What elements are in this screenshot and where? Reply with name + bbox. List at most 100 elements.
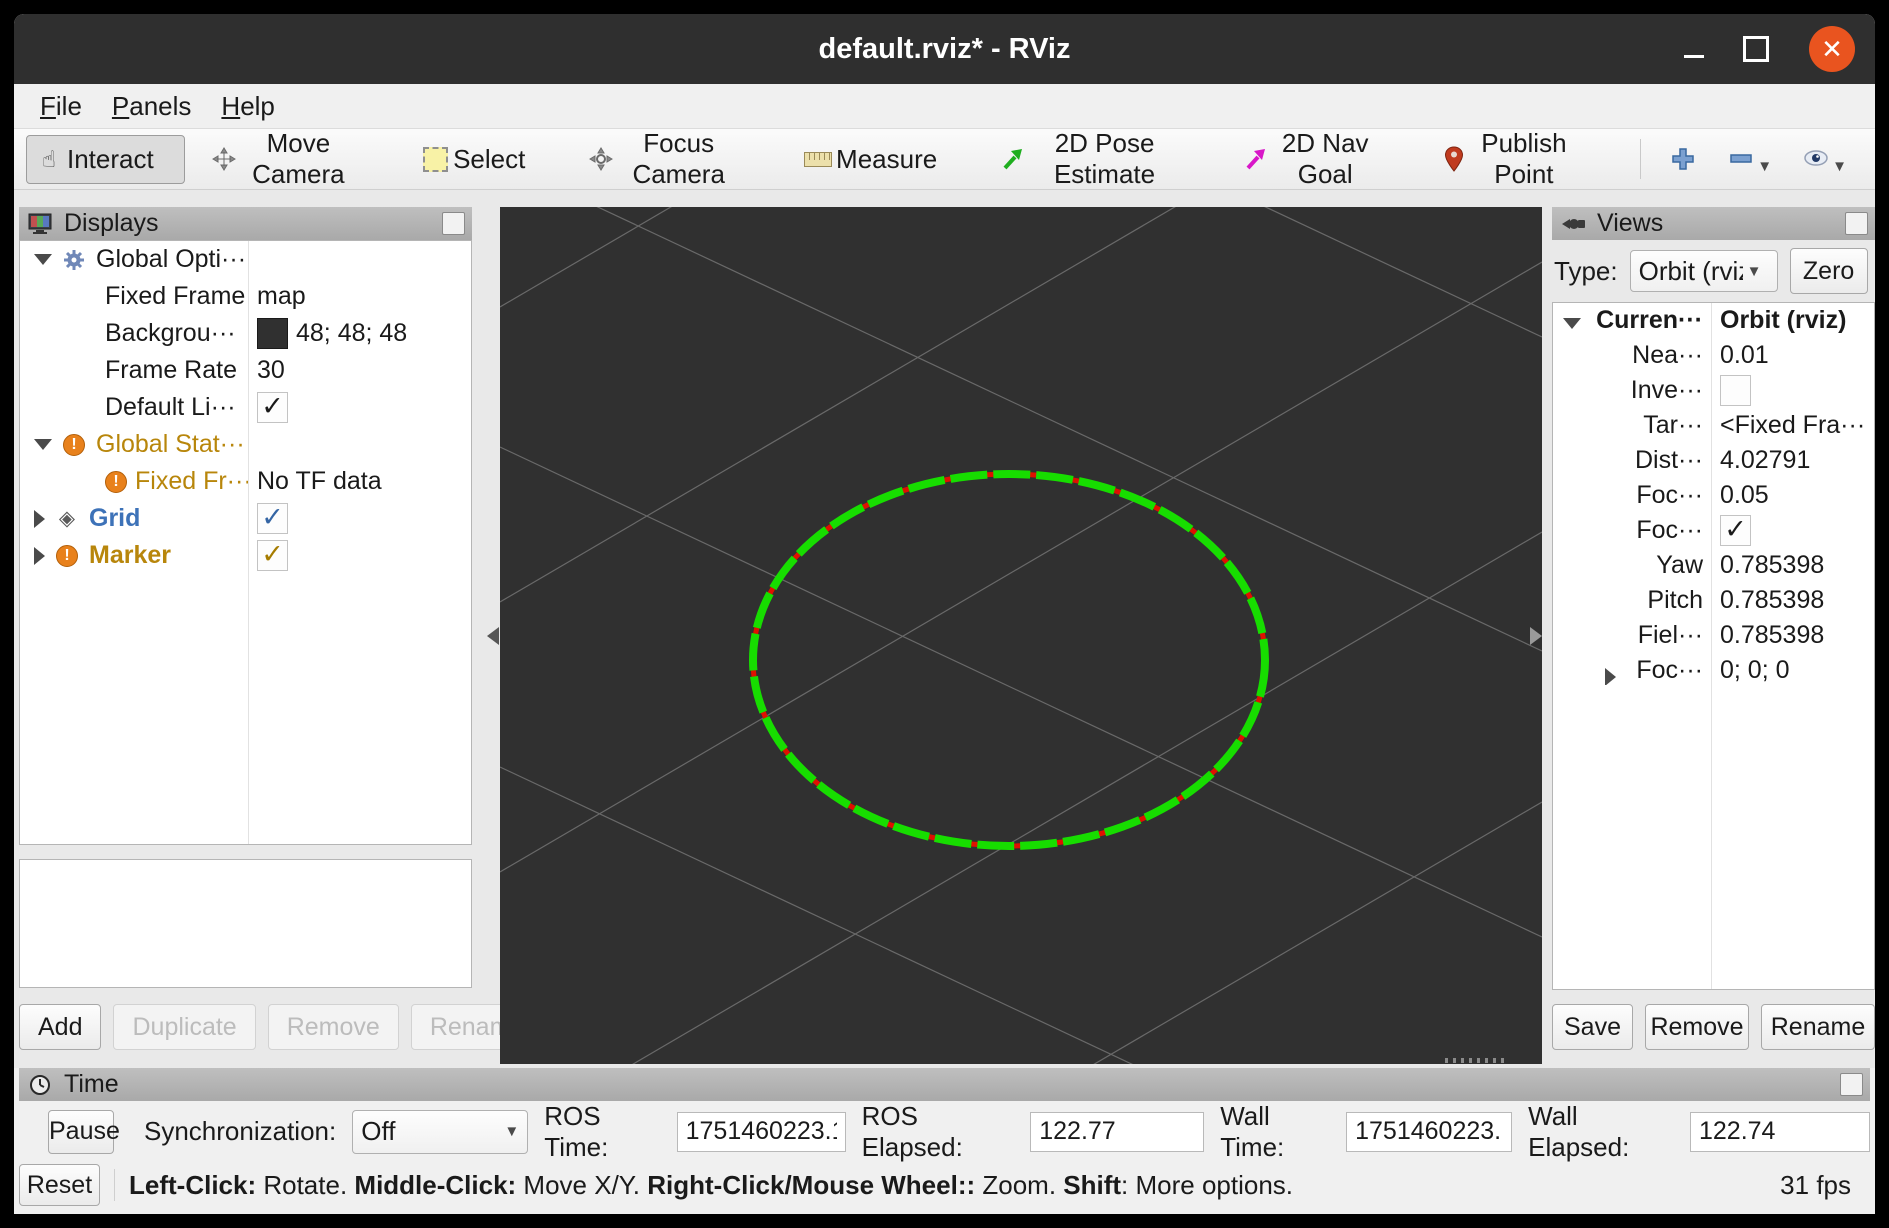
display-property-row[interactable]: !Fixed Fr···No TF data	[20, 463, 471, 500]
wall-time-input[interactable]	[1346, 1112, 1512, 1152]
display-property-row[interactable]: Backgrou···48; 48; 48	[20, 315, 471, 352]
view-property-row[interactable]: Fiel···0.785398	[1553, 618, 1874, 653]
duplicate-display-button[interactable]: Duplicate	[113, 1004, 255, 1050]
toolbar: ☝InteractMove CameraSelectFocus CameraMe…	[14, 129, 1875, 190]
menu-item-file[interactable]: File	[40, 91, 82, 122]
ros-time-input[interactable]	[677, 1112, 846, 1152]
display-property-row[interactable]: ◈Grid✓	[20, 500, 471, 537]
property-value[interactable]: 4.02791	[1720, 446, 1810, 475]
zero-button[interactable]: Zero	[1790, 248, 1868, 294]
reset-button[interactable]: Reset	[19, 1164, 100, 1206]
view-property-row[interactable]: Tar···<Fixed Fra···	[1553, 408, 1874, 443]
checkbox[interactable]: ✓	[257, 540, 288, 571]
property-name-cell: Dist···	[1553, 446, 1711, 475]
property-value[interactable]: 0.01	[1720, 341, 1769, 370]
view-property-row[interactable]: Yaw0.785398	[1553, 548, 1874, 583]
property-value[interactable]: 0; 0; 0	[1720, 656, 1790, 685]
property-value-cell: ✓	[248, 503, 288, 534]
tool-2d-nav-goal[interactable]: 2D Nav Goal	[1239, 121, 1384, 197]
menu-item-panels[interactable]: Panels	[112, 91, 192, 122]
titlebar[interactable]: default.rviz* - RViz ✕	[14, 14, 1875, 84]
tool-eye[interactable]: ▼	[1800, 142, 1849, 177]
view-property-row[interactable]: Nea···0.01	[1553, 338, 1874, 373]
tool-select[interactable]: Select	[416, 137, 530, 182]
tool-move-camera[interactable]: Move Camera	[207, 121, 362, 197]
property-value[interactable]: map	[257, 282, 306, 311]
property-value[interactable]: Orbit (rviz)	[1720, 306, 1846, 335]
time-panel-header[interactable]: Time	[19, 1068, 1870, 1101]
checkbox[interactable]: ✓	[257, 503, 288, 534]
zoom-out-minus-icon	[1727, 144, 1755, 172]
close-button[interactable]: ✕	[1809, 14, 1855, 84]
tool-measure[interactable]: Measure	[799, 137, 942, 182]
display-property-row[interactable]: Frame Rate30	[20, 352, 471, 389]
tool-publish-point[interactable]: Publish Point	[1438, 121, 1585, 197]
collapse-icon[interactable]	[34, 254, 52, 265]
view-property-row[interactable]: Foc··· 0.05	[1553, 478, 1874, 513]
time-float-button[interactable]	[1840, 1073, 1863, 1096]
remove-display-button[interactable]: Remove	[268, 1004, 399, 1050]
property-value[interactable]: No TF data	[257, 467, 382, 496]
views-float-button[interactable]	[1845, 212, 1868, 235]
checkbox[interactable]	[1720, 375, 1751, 406]
view-property-row[interactable]: Pitch0.785398	[1553, 583, 1874, 618]
property-value[interactable]: 48; 48; 48	[296, 319, 407, 348]
view-property-row[interactable]: Dist··· 4.02791	[1553, 443, 1874, 478]
collapse-left-panel-icon[interactable]	[487, 627, 499, 645]
tool-focus-camera[interactable]: Focus Camera	[584, 121, 745, 197]
display-property-row[interactable]: Default Li··· ✓	[20, 389, 471, 426]
window-title: default.rviz* - RViz	[819, 33, 1071, 66]
tool-2d-pose-estimate[interactable]: 2D Pose Estimate	[996, 121, 1185, 197]
collapse-right-panel-icon[interactable]	[1530, 627, 1542, 645]
tool-zoom-out-minus[interactable]: ▼	[1725, 142, 1774, 177]
collapse-icon[interactable]	[1563, 318, 1581, 329]
property-value[interactable]: 0.785398	[1720, 551, 1824, 580]
expand-icon[interactable]	[1605, 668, 1616, 685]
property-value[interactable]: 0.05	[1720, 481, 1769, 510]
view-property-row[interactable]: Foc···✓	[1553, 513, 1874, 548]
property-value[interactable]: 30	[257, 356, 285, 385]
views-panel-header[interactable]: Views	[1552, 207, 1875, 240]
checkbox[interactable]: ✓	[257, 392, 288, 423]
tool-interact[interactable]: ☝Interact	[26, 135, 185, 184]
viewport-resize-grip[interactable]	[1445, 1058, 1509, 1063]
property-name-cell: Fixed Frame	[20, 282, 248, 311]
synchronization-select[interactable]: Off ▼	[352, 1110, 528, 1154]
display-property-row[interactable]: Global Opti···	[20, 241, 471, 278]
property-value[interactable]: 0.785398	[1720, 621, 1824, 650]
display-property-row[interactable]: !Marker✓	[20, 537, 471, 574]
expand-icon[interactable]	[34, 547, 45, 565]
remove-view-button[interactable]: Remove	[1645, 1004, 1749, 1050]
render-viewport[interactable]	[500, 207, 1542, 1064]
ros-elapsed-input[interactable]	[1030, 1112, 1204, 1152]
property-value[interactable]: <Fixed Fra···	[1720, 411, 1865, 440]
pause-button[interactable]: Pause	[48, 1110, 114, 1154]
menu-item-help[interactable]: Help	[221, 91, 274, 122]
expand-icon[interactable]	[34, 510, 45, 528]
view-property-row[interactable]: Inve···	[1553, 373, 1874, 408]
time-field-label: ROS Elapsed:	[862, 1101, 1016, 1163]
checkbox[interactable]: ✓	[1720, 515, 1751, 546]
color-swatch[interactable]	[257, 318, 288, 349]
statusbar: Reset Left-Click: Rotate. Middle-Click: …	[14, 1162, 1875, 1214]
time-panel: Time Pause Synchronization: Off ▼ ROS Ti…	[19, 1068, 1870, 1162]
minimize-button[interactable]	[1679, 14, 1709, 84]
display-property-row[interactable]: !Global Stat···	[20, 426, 471, 463]
displays-panel-header[interactable]: Displays	[19, 207, 472, 240]
tool-zoom-in-plus[interactable]	[1667, 143, 1699, 175]
view-property-row[interactable]: Foc···0; 0; 0	[1553, 653, 1874, 688]
maximize-button[interactable]	[1741, 14, 1771, 84]
property-name: Default Li···	[105, 393, 236, 422]
display-property-row[interactable]: Fixed Frame map	[20, 278, 471, 315]
save-view-button[interactable]: Save	[1552, 1004, 1633, 1050]
collapse-icon[interactable]	[34, 439, 52, 450]
view-type-select[interactable]: Orbit (rviz) ▼	[1630, 250, 1778, 292]
displays-float-button[interactable]	[442, 212, 465, 235]
property-name: Grid	[89, 504, 140, 533]
property-value[interactable]: 0.785398	[1720, 586, 1824, 615]
wall-elapsed-input[interactable]	[1690, 1112, 1870, 1152]
view-property-row[interactable]: Curren···Orbit (rviz)	[1553, 303, 1874, 338]
rename-view-button[interactable]: Rename	[1761, 1004, 1875, 1050]
property-name: Foc···	[1636, 481, 1703, 510]
add-display-button[interactable]: Add	[19, 1004, 101, 1050]
